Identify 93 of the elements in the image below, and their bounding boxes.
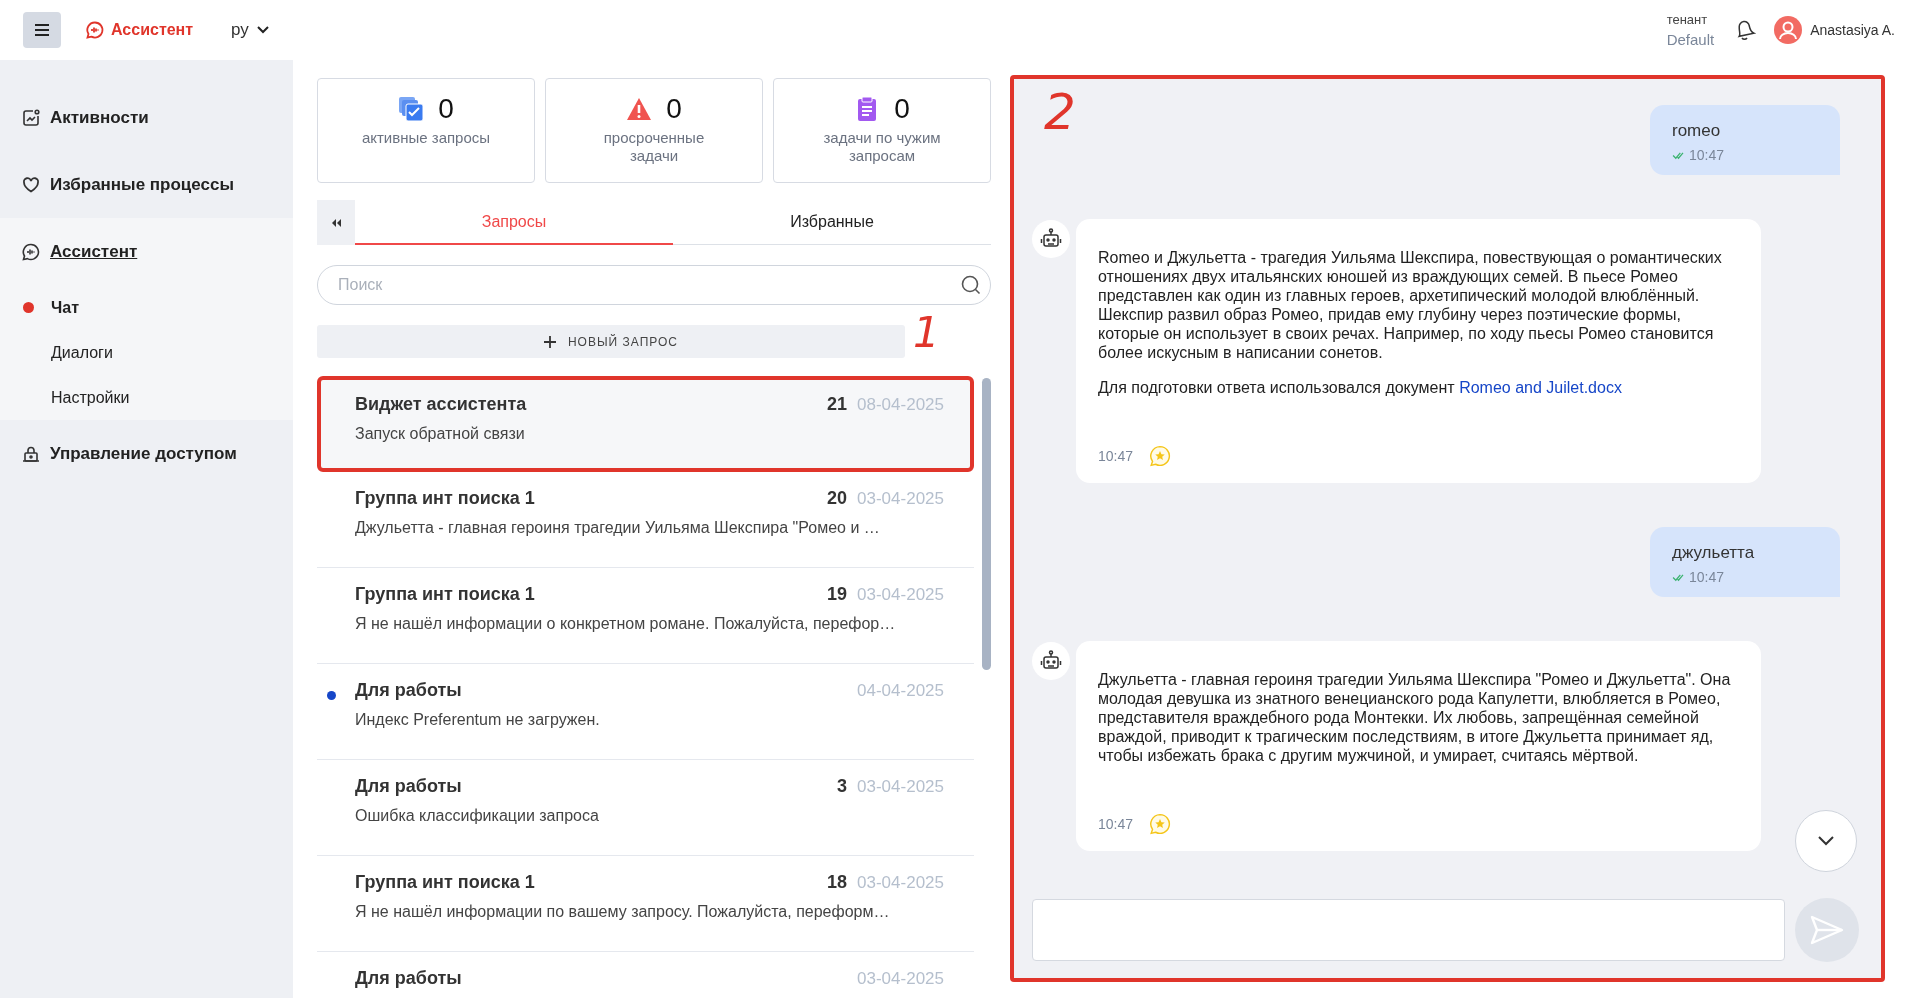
request-item[interactable]: Для работы 03-04-2025 [317, 952, 974, 998]
request-item[interactable]: Для работы 3 03-04-2025 Ошибка классификации запроса [317, 760, 974, 856]
request-date: 03-04-2025 [857, 777, 944, 797]
request-date: 08-04-2025 [857, 395, 944, 415]
document-link[interactable]: Romeo and Juilet.docx [1459, 379, 1622, 396]
menu-icon [35, 24, 49, 36]
request-title: Для работы [355, 968, 462, 989]
warning-icon [626, 96, 653, 122]
request-title: Группа инт поиска 1 [355, 488, 535, 509]
heart-icon [21, 174, 41, 195]
stat-card[interactable]: 0 задачи по чужим запросам [773, 78, 991, 183]
stat-label: задачи по чужим запросам [822, 129, 942, 165]
annotation-number: 1 [913, 312, 940, 354]
request-date: 03-04-2025 [857, 873, 944, 893]
request-item[interactable]: Группа инт поиска 1 20 03-04-2025 Джульетта - главная героиня трагедии Уильяма Шекспира "Ромео и … [317, 472, 974, 568]
message-time: 10:47 [1689, 147, 1725, 163]
app-name[interactable]: Ассистент [111, 21, 194, 39]
search-icon[interactable] [960, 274, 982, 296]
star-bubble-icon[interactable] [1149, 445, 1172, 467]
message-count: 3 [837, 776, 848, 797]
message-text: джульетта [1672, 543, 1756, 563]
message-time: 10:47 [1098, 816, 1134, 832]
message-input[interactable] [1032, 899, 1785, 961]
language-select[interactable]: ру [231, 20, 269, 40]
new-request-button[interactable]: НОВЫЙ ЗАПРОС [317, 325, 905, 358]
request-preview: Джульетта - главная героиня трагедии Уильяма Шекспира "Ромео и … [355, 519, 881, 537]
tab[interactable]: Избранные [673, 200, 991, 245]
request-title: Для работы [355, 680, 462, 701]
chat-bubble-icon [85, 20, 105, 40]
request-title: Виджет ассистента [355, 394, 527, 415]
sidebar-item[interactable]: Управление доступом [0, 420, 293, 487]
scrollbar-thumb[interactable] [982, 378, 991, 670]
paper-plane-icon [1810, 915, 1844, 945]
request-date: 03-04-2025 [857, 585, 944, 605]
tenant-name[interactable]: Default [1666, 31, 1715, 48]
request-item[interactable]: Группа инт поиска 1 19 03-04-2025 Я не нашёл информации о конкретном романе. Пожалуйста, перефор… [317, 568, 974, 664]
stat-value: 0 [894, 93, 910, 125]
message-count: 21 [827, 394, 848, 415]
message-time: 10:47 [1689, 569, 1725, 585]
request-preview: Запуск обратной связи [355, 425, 526, 443]
message-text: romeo [1672, 121, 1722, 141]
request-item[interactable]: Виджет ассистента 21 08-04-2025 Запуск обратной связи [317, 376, 974, 472]
sidebar-subitem[interactable]: Чат [0, 285, 293, 330]
request-preview: Я не нашёл информации по вашему запросу. Пожалуйста, переформ… [355, 903, 891, 921]
request-date: 03-04-2025 [857, 489, 944, 509]
double-arrow-left-icon [331, 218, 341, 227]
collapse-button[interactable] [317, 200, 355, 245]
message-text: Джульетта - главная героиня трагедии Уильяма Шекспира "Ромео и Джульетта". Она молодая девушка из знатного венецианского рода Капулетти, влюбляется в Ромео, представителя враждебного рода Монтекки. Их любовь, запрещённая семейной враждой, приводит к трагическим последствиям, в итоге Джульетта принимает яд, чтобы избежать брака с другим мужчиной, и умирает, считаясь мёртвой. [1098, 670, 1732, 765]
request-title: Для работы [355, 776, 462, 797]
message-text: Romeo и Джульетта - трагедия Уильяма Шекспира, повествующая о романтических отношениях двух итальянских юношей из враждующих семей. В пьесе Ромео представлен как один из главных героев, архетипический молодой влюблённый. Шекспир развил образ Ромео, придав ему глубину через поэтические формы, которые он использует в своих речах. Например, по ходу пьесы Ромео становится более искусным в написании сонетов. [1098, 248, 1723, 362]
request-preview: Я не нашёл информации о конкретном романе. Пожалуйста, перефор… [355, 615, 897, 633]
stat-value: 0 [666, 93, 682, 125]
request-preview: Ошибка классификации запроса [355, 807, 600, 825]
message-count: 19 [827, 584, 848, 605]
request-date: 03-04-2025 [857, 969, 944, 989]
request-date: 04-04-2025 [857, 681, 944, 701]
star-bubble-icon[interactable] [1149, 813, 1172, 835]
request-title: Группа инт поиска 1 [355, 872, 535, 893]
sidebar-subitem[interactable]: Настройки [0, 375, 293, 420]
message-count: 20 [827, 488, 848, 509]
request-preview: Индекс Preferentum не загружен. [355, 711, 601, 729]
menu-button[interactable] [23, 12, 61, 48]
tenant-label: тенант [1666, 12, 1708, 27]
request-item[interactable]: Для работы 04-04-2025 Индекс Preferentum не загружен. [317, 664, 974, 760]
message-text: Для подготовки ответа использовался документ Romeo and Juilet.docx [1098, 378, 1623, 397]
sidebar-item[interactable]: Ассистент [0, 218, 293, 285]
chevron-down-icon [256, 26, 269, 34]
message-count: 18 [827, 872, 848, 893]
plus-icon [543, 335, 556, 348]
sidebar-item[interactable]: Избранные процессы [0, 151, 293, 218]
request-title: Группа инт поиска 1 [355, 584, 535, 605]
tab[interactable]: Запросы [355, 200, 673, 245]
documents-check-icon [398, 96, 425, 122]
message-time: 10:47 [1098, 448, 1134, 464]
chat-bubble-icon [21, 241, 41, 262]
stat-label: активные запросы [361, 129, 491, 147]
double-check-icon [1672, 150, 1685, 160]
user-name[interactable]: Anastasiya A. [1810, 22, 1895, 38]
double-check-icon [1672, 572, 1685, 582]
robot-icon [1040, 228, 1062, 250]
stat-card[interactable]: 0 просроченные задачи [545, 78, 763, 183]
annotation-number: 2 [1044, 87, 1076, 137]
sidebar-item[interactable]: Активности [0, 84, 293, 151]
stat-card[interactable]: 0 активные запросы [317, 78, 535, 183]
search-field[interactable]: Поиск [317, 265, 991, 305]
stat-label: просроченные задачи [602, 129, 706, 165]
request-item[interactable]: Группа инт поиска 1 18 03-04-2025 Я не нашёл информации по вашему запросу. Пожалуйста, переформ… [317, 856, 974, 952]
chevron-down-icon [1818, 836, 1834, 846]
activity-icon [21, 107, 41, 128]
robot-icon [1040, 650, 1062, 672]
avatar-icon[interactable] [1774, 16, 1803, 44]
sidebar-subitem[interactable]: Диалоги [0, 330, 293, 375]
stat-value: 0 [438, 93, 454, 125]
